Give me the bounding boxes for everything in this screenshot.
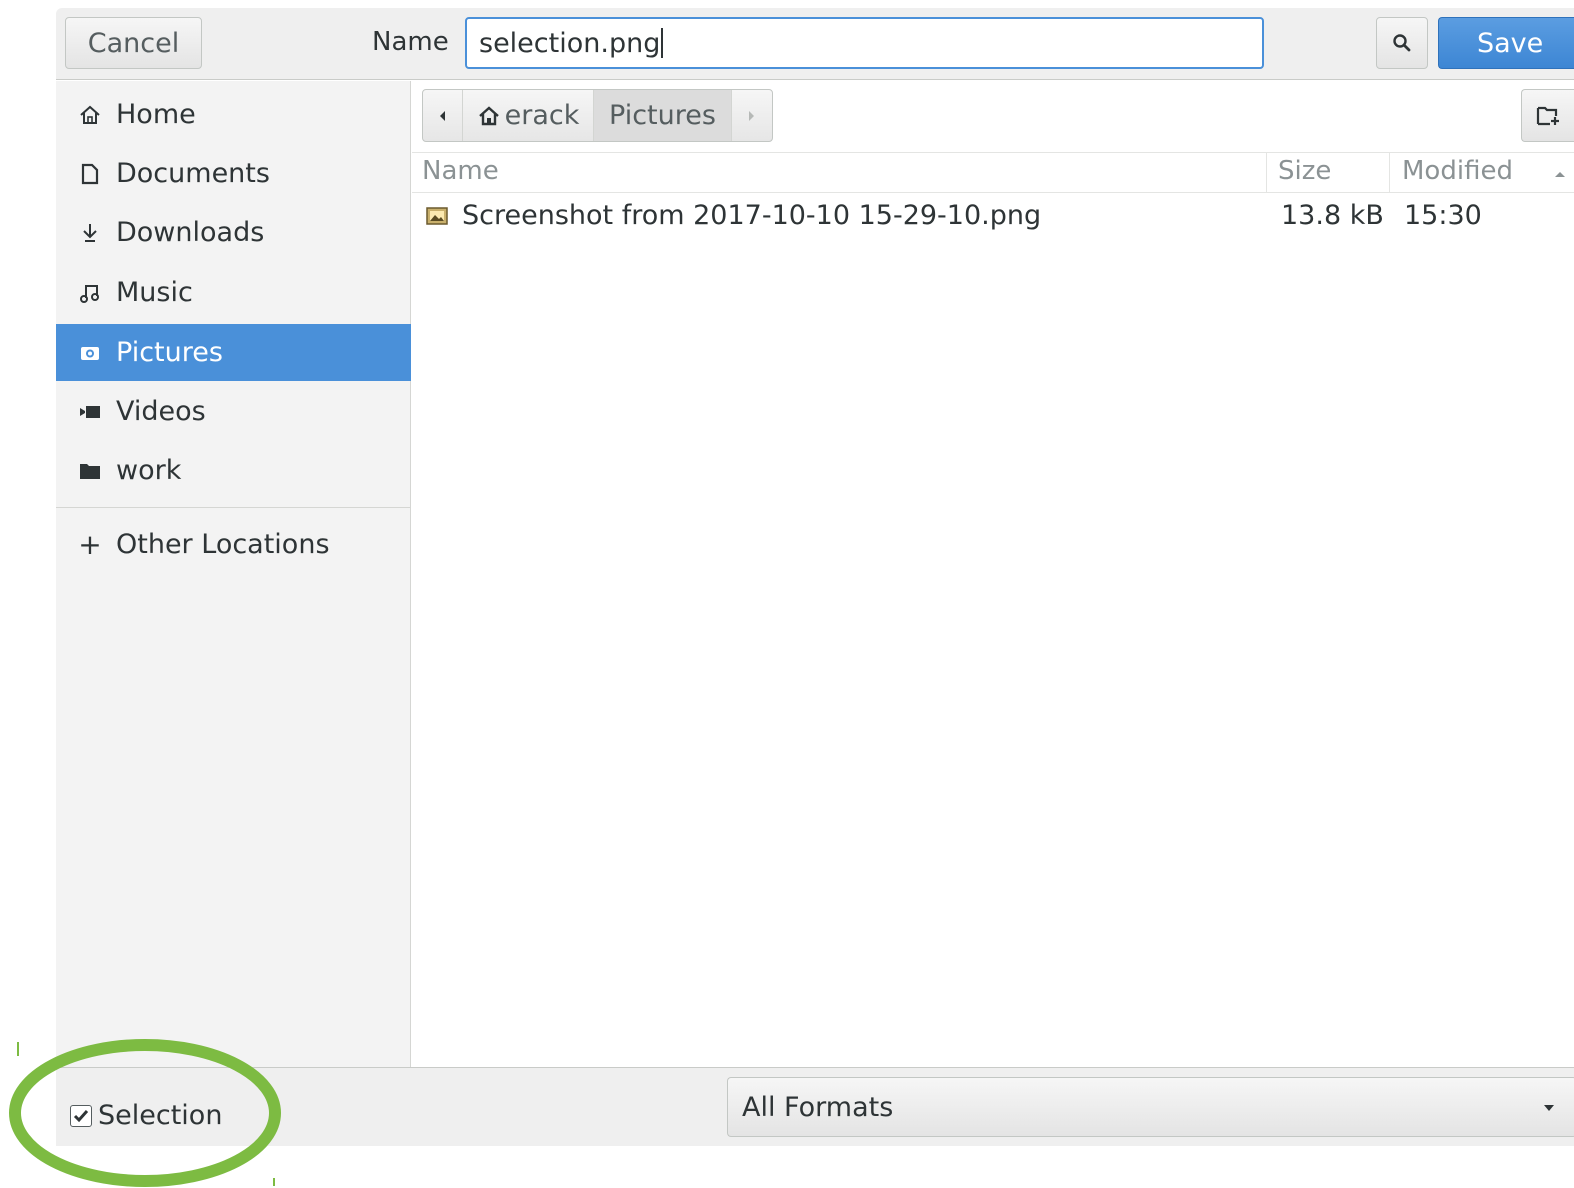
- annotation-highlight-circle: [9, 1039, 281, 1187]
- sidebar-item-label: Videos: [116, 396, 206, 427]
- column-separator: [1266, 153, 1267, 193]
- pathbar-segment-home[interactable]: erack: [463, 90, 594, 141]
- file-name: Screenshot from 2017-10-10 15-29-10.png: [462, 200, 1042, 231]
- table-row[interactable]: Screenshot from 2017-10-10 15-29-10.png …: [412, 194, 1574, 240]
- search-button[interactable]: [1376, 17, 1428, 69]
- image-file-icon: [426, 206, 448, 230]
- new-folder-button[interactable]: [1521, 89, 1574, 142]
- sidebar-item-label: work: [116, 455, 182, 486]
- sidebar-item-pictures[interactable]: Pictures: [56, 324, 411, 381]
- format-dropdown[interactable]: All Formats: [727, 1077, 1574, 1137]
- chevron-right-icon: [749, 110, 755, 121]
- chevron-left-icon: [440, 110, 446, 121]
- pathbar-back-button[interactable]: [423, 90, 463, 141]
- save-button[interactable]: Save: [1438, 17, 1574, 69]
- sidebar-item-downloads[interactable]: Downloads: [56, 204, 411, 261]
- folder-icon: [78, 460, 102, 482]
- save-button-label: Save: [1477, 27, 1544, 59]
- cancel-button[interactable]: Cancel: [65, 17, 202, 69]
- document-icon: [78, 163, 102, 185]
- format-dropdown-value: All Formats: [742, 1091, 894, 1123]
- pathbar-forward-button[interactable]: [732, 90, 772, 141]
- new-folder-icon: [1536, 106, 1559, 125]
- sidebar-item-label: Pictures: [116, 337, 223, 368]
- pathbar-segment-label: Pictures: [609, 100, 716, 131]
- column-header-name[interactable]: Name: [422, 156, 499, 186]
- sidebar-divider: [56, 507, 410, 508]
- sort-ascending-icon: [1553, 165, 1567, 184]
- column-header-size[interactable]: Size: [1278, 156, 1331, 186]
- pathbar: erack Pictures: [422, 89, 773, 142]
- sidebar-item-other-locations[interactable]: + Other Locations: [56, 516, 411, 573]
- sidebar-item-label: Other Locations: [116, 529, 330, 560]
- file-list-header-line-top: [412, 152, 1574, 153]
- sidebar-item-home[interactable]: Home: [56, 86, 411, 143]
- search-icon: [1393, 34, 1411, 52]
- file-list-header-line-bottom: [412, 192, 1574, 193]
- sidebar: Home Documents Downloads Music Pictures …: [56, 81, 411, 1067]
- text-cursor: [661, 28, 664, 58]
- dropdown-arrow-icon: [1544, 1105, 1554, 1111]
- column-header-modified[interactable]: Modified: [1402, 156, 1513, 186]
- cancel-button-label: Cancel: [87, 27, 180, 59]
- sidebar-item-label: Documents: [116, 158, 270, 189]
- sidebar-item-videos[interactable]: Videos: [56, 383, 411, 440]
- name-label: Name: [372, 27, 449, 57]
- file-modified: 15:30: [1404, 200, 1482, 231]
- filename-input-value: selection.png: [479, 27, 661, 59]
- home-icon: [478, 105, 499, 125]
- pathbar-segment-label: erack: [504, 100, 580, 131]
- music-icon: [78, 282, 102, 304]
- sidebar-item-work[interactable]: work: [56, 442, 411, 499]
- file-size: 13.8 kB: [1281, 200, 1384, 231]
- home-icon: [78, 104, 102, 126]
- sidebar-item-music[interactable]: Music: [56, 264, 411, 321]
- column-separator: [1389, 153, 1390, 193]
- plus-icon: +: [78, 528, 102, 561]
- filename-input[interactable]: selection.png: [465, 17, 1264, 69]
- camera-icon: [78, 342, 102, 364]
- video-icon: [78, 401, 102, 423]
- sidebar-item-label: Music: [116, 277, 193, 308]
- download-icon: [78, 222, 102, 244]
- pathbar-segment-pictures[interactable]: Pictures: [593, 90, 733, 141]
- sidebar-item-label: Downloads: [116, 217, 265, 248]
- sidebar-item-label: Home: [116, 99, 196, 130]
- sidebar-item-documents[interactable]: Documents: [56, 145, 411, 202]
